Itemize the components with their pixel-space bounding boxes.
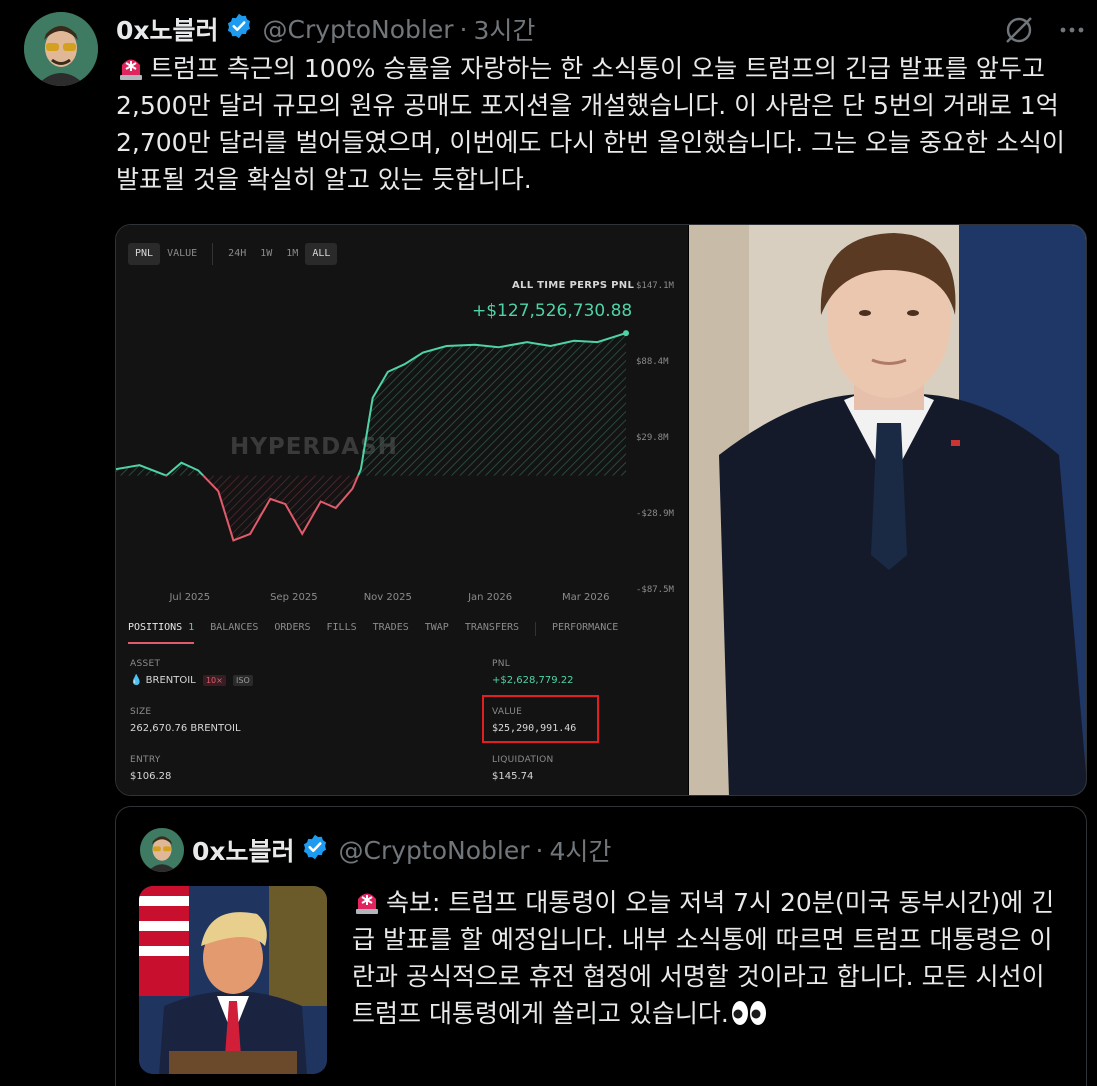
verified-badge-icon xyxy=(301,833,329,867)
separator-dot: · xyxy=(535,835,544,865)
liquidation-value: $145.74 xyxy=(492,771,534,782)
quote-text: 속보: 트럼프 대통령이 오늘 저녁 7시 20분(미국 동부시간)에 긴급 발… xyxy=(352,884,1072,1036)
quote-author-avatar xyxy=(140,828,184,872)
quoted-tweet[interactable]: 0x노블러 @CryptoNobler · 4시간 속보: 트럼프 대통령이 오… xyxy=(115,806,1087,1086)
tab-orders: ORDERS xyxy=(274,622,311,633)
quote-author-name: 0x노블러 xyxy=(192,837,295,866)
quote-header: 0x노블러 @CryptoNobler · 4시간 xyxy=(192,833,611,867)
verified-badge-icon xyxy=(225,12,253,46)
tab-twap: TWAP xyxy=(424,622,449,633)
liquidation-label: LIQUIDATION xyxy=(492,755,554,765)
quote-body: 속보: 트럼프 대통령이 오늘 저녁 7시 20분(미국 동부시간)에 긴급 발… xyxy=(352,888,1055,1028)
x-tick-label: Sep 2025 xyxy=(270,592,317,603)
more-options-icon[interactable] xyxy=(1059,17,1085,47)
size-value: 262,670.76 BRENTOIL xyxy=(130,723,241,734)
y-tick-label: -$28.9M xyxy=(636,509,675,519)
pnl-data-point xyxy=(623,330,629,337)
tweet-text: 트럼프 측근의 100% 승률을 자랑하는 한 소식통이 오늘 트럼프의 긴급 … xyxy=(116,50,1086,198)
asset-label: ASSET xyxy=(130,659,161,669)
siren-emoji-icon xyxy=(116,52,146,82)
size-label: SIZE xyxy=(130,707,152,717)
x-tick-label: Jan 2026 xyxy=(467,592,512,603)
entry-value: $106.28 xyxy=(130,771,172,782)
y-tick-label: $88.4M xyxy=(636,357,669,367)
pnl-dashboard-screenshot: PNL VALUE 24H 1W 1M ALL ALL TIME PERPS P… xyxy=(116,225,688,795)
y-tick-label: $147.1M xyxy=(636,281,675,291)
tab-trades: TRADES xyxy=(372,622,409,633)
tab-fills: FILLS xyxy=(326,622,357,633)
tweet-actions-top xyxy=(1003,14,1085,50)
leverage-badge: 10× xyxy=(202,675,226,686)
author-handle[interactable]: @CryptoNobler xyxy=(263,15,454,44)
author-avatar[interactable] xyxy=(24,12,98,86)
position-tabs: POSITIONS 1 BALANCES ORDERS FILLS TRADES … xyxy=(128,622,618,644)
y-tick-label: $29.8M xyxy=(636,433,669,443)
tweet-time[interactable]: 3시간 xyxy=(473,11,535,47)
droplet-icon: 💧 xyxy=(130,675,143,686)
pnl-label: PNL xyxy=(492,659,511,669)
quote-photo xyxy=(139,886,327,1074)
tab-positions: POSITIONS 1 xyxy=(128,622,195,644)
liquidation-field: LIQUIDATION $145.74 xyxy=(492,755,554,782)
x-tick-label: Mar 2026 xyxy=(562,592,610,603)
eyes-emoji-icon xyxy=(731,999,767,1036)
tab-transfers: TRANSFERS xyxy=(464,622,520,633)
asset-value: 💧 BRENTOIL 10× ISO xyxy=(130,675,253,686)
quote-time: 4시간 xyxy=(549,837,612,866)
highlight-box xyxy=(482,695,599,743)
tab-balances: BALANCES xyxy=(210,622,259,633)
asset-field: ASSET 💧 BRENTOIL 10× ISO xyxy=(130,659,253,686)
tweet-body: 트럼프 측근의 100% 승률을 자랑하는 한 소식통이 오늘 트럼프의 긴급 … xyxy=(116,54,1065,194)
tab-divider xyxy=(535,622,537,636)
margin-mode-badge: ISO xyxy=(233,675,253,686)
tweet-media[interactable]: PNL VALUE 24H 1W 1M ALL ALL TIME PERPS P… xyxy=(115,224,1087,796)
entry-label: ENTRY xyxy=(130,755,161,765)
tab-performance: PERFORMANCE xyxy=(552,622,619,633)
person-photo xyxy=(689,225,1086,795)
entry-field: ENTRY $106.28 xyxy=(130,755,171,782)
x-tick-label: Nov 2025 xyxy=(364,592,412,603)
author-name[interactable]: 0x노블러 xyxy=(116,11,219,47)
x-tick-label: Jul 2025 xyxy=(168,592,210,603)
pnl-line-chart: HYPERDASH $147.1M$88.4M$29.8M-$28.9M-$87… xyxy=(116,281,675,603)
separator-dot: · xyxy=(459,14,468,44)
pnl-field: PNL +$2,628,779.22 xyxy=(492,659,574,686)
positive-area xyxy=(116,333,626,476)
size-field: SIZE 262,670.76 BRENTOIL xyxy=(130,707,241,734)
tweet-header: 0x노블러 @CryptoNobler · 3시간 xyxy=(116,12,535,46)
quote-author-handle: @CryptoNobler xyxy=(338,835,530,865)
siren-emoji-icon xyxy=(352,886,382,916)
y-tick-label: -$87.5M xyxy=(636,585,675,595)
grok-icon[interactable] xyxy=(1003,14,1035,50)
pnl-value: +$2,628,779.22 xyxy=(492,675,574,686)
